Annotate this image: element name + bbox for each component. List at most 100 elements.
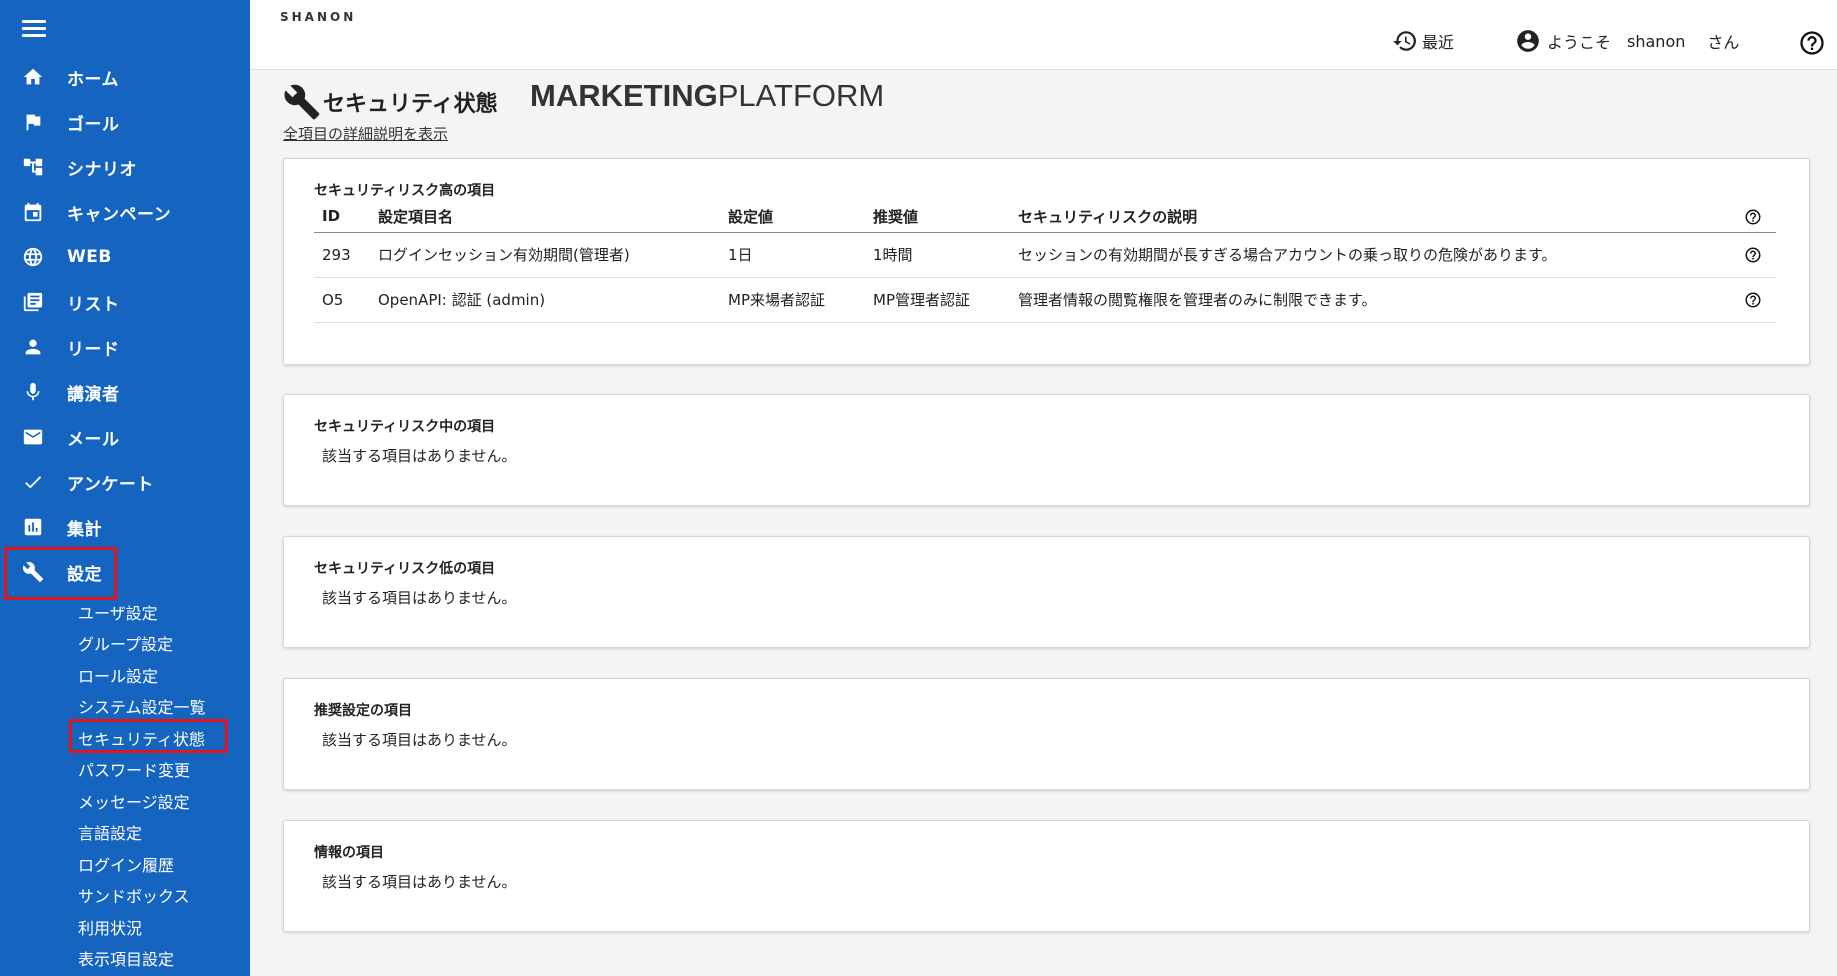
sidebar-item-label: 集計 bbox=[67, 519, 102, 540]
empty-message: 該当する項目はありません。 bbox=[322, 731, 517, 749]
card-title: 情報の項目 bbox=[314, 845, 384, 861]
help-icon[interactable] bbox=[1798, 29, 1826, 57]
wrench-icon bbox=[284, 84, 320, 120]
wrench-icon bbox=[21, 561, 45, 583]
table-row: O5 OpenAPI: 認証 (admin) MP来場者認証 MP管理者認証 管… bbox=[314, 277, 1776, 323]
recent-button[interactable]: 最近 bbox=[1392, 28, 1454, 54]
recommended-card: 推奨設定の項目 該当する項目はありません。 bbox=[283, 678, 1810, 790]
sidebar: ホーム ゴール シナリオ キャンペーン WEB リスト リード 講演者 メール … bbox=[0, 0, 250, 976]
help-icon[interactable] bbox=[1744, 208, 1762, 226]
card-title: 推奨設定の項目 bbox=[314, 703, 412, 719]
person-icon bbox=[21, 336, 45, 358]
user-menu[interactable]: ようこそ shanon さん bbox=[1515, 28, 1739, 54]
main-content: セキュリティ状態 全項目の詳細説明を表示 セキュリティリスク高の項目 ID 設定… bbox=[250, 71, 1837, 976]
sidebar-item-label: アンケート bbox=[67, 474, 154, 495]
cell-id: 293 bbox=[314, 232, 370, 278]
column-header-value: 設定値 bbox=[720, 201, 865, 233]
subnav-usage[interactable]: 利用状況 bbox=[78, 915, 142, 939]
scenario-icon bbox=[21, 156, 45, 178]
sidebar-item-home[interactable]: ホーム bbox=[0, 55, 250, 99]
card-title: セキュリティリスク高の項目 bbox=[314, 183, 496, 199]
subnav-message-settings[interactable]: メッセージ設定 bbox=[78, 789, 190, 813]
sidebar-item-label: WEB bbox=[67, 247, 112, 267]
subnav-login-history[interactable]: ログイン履歴 bbox=[78, 852, 174, 876]
subnav-role-settings[interactable]: ロール設定 bbox=[78, 663, 158, 687]
mail-icon bbox=[21, 426, 45, 448]
subnav-system-settings[interactable]: システム設定一覧 bbox=[78, 694, 206, 718]
cell-description: セッションの有効期間が長すぎる場合アカウントの乗っ取りの危険があります。 bbox=[1010, 232, 1736, 278]
table-header-row: ID 設定項目名 設定値 推奨値 セキュリティリスクの説明 bbox=[314, 201, 1776, 233]
info-card: 情報の項目 該当する項目はありません。 bbox=[283, 820, 1810, 932]
sidebar-item-label: 設定 bbox=[67, 564, 102, 585]
welcome-text: ようこそ bbox=[1547, 33, 1612, 52]
cell-recommended: MP管理者認証 bbox=[865, 277, 1010, 323]
empty-message: 該当する項目はありません。 bbox=[322, 873, 517, 891]
calendar-icon bbox=[21, 201, 45, 223]
column-header-description: セキュリティリスクの説明 bbox=[1010, 201, 1736, 233]
sidebar-item-analytics[interactable]: 集計 bbox=[0, 505, 250, 549]
column-header-recommended: 推奨値 bbox=[865, 201, 1010, 233]
cell-recommended: 1時間 bbox=[865, 232, 1010, 278]
sidebar-item-label: リスト bbox=[67, 294, 120, 315]
cell-value: MP来場者認証 bbox=[720, 277, 865, 323]
sidebar-item-label: ホーム bbox=[67, 69, 119, 90]
sidebar-item-label: メール bbox=[67, 429, 120, 450]
help-icon[interactable] bbox=[1744, 246, 1762, 264]
sidebar-item-settings[interactable]: 設定 bbox=[0, 550, 250, 594]
cell-name: OpenAPI: 認証 (admin) bbox=[370, 277, 720, 323]
mic-icon bbox=[21, 381, 45, 403]
sidebar-item-label: ゴール bbox=[67, 114, 120, 135]
subnav-password-change[interactable]: パスワード変更 bbox=[78, 757, 190, 781]
honorific: さん bbox=[1707, 33, 1740, 52]
sidebar-item-list[interactable]: リスト bbox=[0, 280, 250, 324]
cell-name: ログインセッション有効期間(管理者) bbox=[370, 232, 720, 278]
sidebar-item-goal[interactable]: ゴール bbox=[0, 100, 250, 144]
sidebar-item-survey[interactable]: アンケート bbox=[0, 460, 250, 504]
subnav-group-settings[interactable]: グループ設定 bbox=[78, 631, 173, 655]
low-risk-card: セキュリティリスク低の項目 該当する項目はありません。 bbox=[283, 536, 1810, 648]
card-title: セキュリティリスク中の項目 bbox=[314, 419, 496, 435]
account-icon bbox=[1517, 30, 1539, 52]
subnav-language-settings[interactable]: 言語設定 bbox=[78, 820, 142, 844]
high-risk-card: セキュリティリスク高の項目 ID 設定項目名 設定値 推奨値 セキュリティリスク… bbox=[283, 158, 1810, 365]
globe-icon bbox=[21, 246, 45, 268]
menu-icon[interactable] bbox=[22, 20, 46, 40]
medium-risk-card: セキュリティリスク中の項目 該当する項目はありません。 bbox=[283, 394, 1810, 506]
page-header: セキュリティ状態 bbox=[283, 83, 498, 121]
sidebar-item-speaker[interactable]: 講演者 bbox=[0, 370, 250, 414]
show-details-link[interactable]: 全項目の詳細説明を表示 bbox=[283, 123, 448, 144]
page-title: セキュリティ状態 bbox=[323, 92, 498, 117]
subnav-sandbox[interactable]: サンドボックス bbox=[78, 883, 190, 907]
check-icon bbox=[21, 471, 45, 493]
chart-icon bbox=[21, 516, 45, 538]
column-header-name: 設定項目名 bbox=[370, 201, 720, 233]
history-icon bbox=[1393, 31, 1416, 51]
subnav-user-settings[interactable]: ユーザ設定 bbox=[78, 600, 158, 624]
sidebar-item-mail[interactable]: メール bbox=[0, 415, 250, 459]
empty-message: 該当する項目はありません。 bbox=[322, 589, 517, 607]
recent-label: 最近 bbox=[1422, 33, 1455, 52]
sidebar-item-label: キャンペーン bbox=[67, 204, 172, 225]
app-logo[interactable]: SHANON MARKETINGPLATFORM bbox=[280, 10, 884, 112]
card-title: セキュリティリスク低の項目 bbox=[314, 561, 496, 577]
high-risk-table: ID 設定項目名 設定値 推奨値 セキュリティリスクの説明 293 ログインセッ… bbox=[314, 201, 1776, 323]
sidebar-item-label: 講演者 bbox=[67, 384, 120, 405]
subnav-display-items[interactable]: 表示項目設定 bbox=[78, 946, 174, 970]
top-header: SHANON MARKETINGPLATFORM 最近 ようこそ shanon … bbox=[250, 0, 1837, 112]
sidebar-item-lead[interactable]: リード bbox=[0, 325, 250, 369]
sidebar-item-campaign[interactable]: キャンペーン bbox=[0, 190, 250, 234]
cell-id: O5 bbox=[314, 277, 370, 323]
sidebar-item-scenario[interactable]: シナリオ bbox=[0, 145, 250, 189]
sidebar-item-web[interactable]: WEB bbox=[0, 235, 250, 279]
cell-help bbox=[1736, 232, 1776, 278]
flag-icon bbox=[21, 111, 45, 133]
subnav-security-status[interactable]: セキュリティ状態 bbox=[78, 726, 205, 750]
empty-message: 該当する項目はありません。 bbox=[322, 447, 517, 465]
help-icon[interactable] bbox=[1744, 291, 1762, 309]
logo-sup: SHANON bbox=[280, 10, 357, 24]
cell-description: 管理者情報の閲覧権限を管理者のみに制限できます。 bbox=[1010, 277, 1736, 323]
sidebar-item-label: シナリオ bbox=[67, 159, 137, 180]
username: shanon bbox=[1627, 31, 1686, 51]
sidebar-item-label: リード bbox=[67, 339, 120, 360]
column-header-id: ID bbox=[314, 201, 370, 233]
